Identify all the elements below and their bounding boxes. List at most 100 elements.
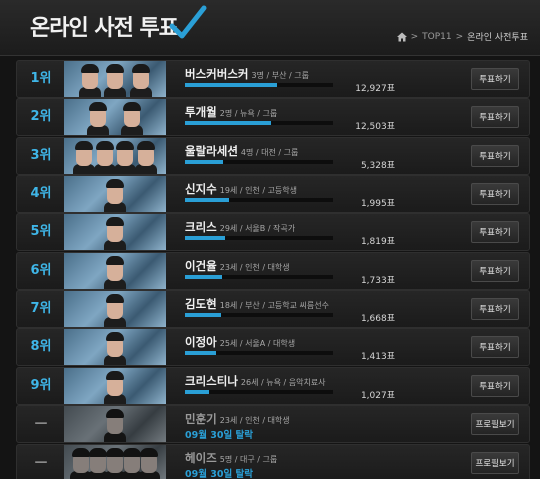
elimination-date: 09월 30일 탈락 xyxy=(185,430,254,441)
contestant-photo xyxy=(64,214,166,250)
page-title: 온라인 사전 투표 xyxy=(30,16,179,41)
contestant-meta: 18세 / 부산 / 고등학교 씨름선수 xyxy=(219,301,329,310)
contestant-info: 투개월 2명 / 뉴욕 / 그룹 xyxy=(185,104,277,120)
vote-bar-fill xyxy=(185,236,225,240)
vote-bar xyxy=(185,198,333,202)
contestant-meta: 2명 / 뉴욕 / 그룹 xyxy=(219,109,278,118)
vote-bar xyxy=(185,160,333,164)
contestant-photo xyxy=(64,99,166,135)
profile-button[interactable]: 프로필보기 xyxy=(471,452,519,474)
page-header: 온라인 사전 투표 > TOP11 > 온라인 사전투표 xyxy=(0,0,540,56)
rank-label: 2위 xyxy=(30,109,52,124)
contestant-name[interactable]: 투개월 xyxy=(185,105,217,119)
contestant-photo xyxy=(64,291,166,327)
contestant-info: 김도현 18세 / 부산 / 고등학교 씨름선수 xyxy=(185,296,329,312)
contestant-name[interactable]: 버스커버스커 xyxy=(185,67,248,81)
breadcrumb-separator-1: > xyxy=(410,31,419,42)
contestant-info: 울랄라세션 4명 / 대전 / 그룹 xyxy=(185,143,298,159)
vote-count: 1,733표 xyxy=(360,276,395,286)
vote-bar-fill xyxy=(185,313,221,317)
vote-bar xyxy=(185,275,333,279)
contestant-name[interactable]: 크리스티나 xyxy=(185,374,238,388)
vote-count: 1,819표 xyxy=(360,237,395,247)
contestant-meta: 23세 / 인천 / 대학생 xyxy=(219,263,290,272)
contestant-name[interactable]: 신지수 xyxy=(185,182,217,196)
rank-label: 7위 xyxy=(30,301,52,316)
vote-count: 12,927표 xyxy=(355,84,395,94)
vote-bar-fill xyxy=(185,351,217,355)
vote-bar xyxy=(185,236,333,240)
breadcrumb: > TOP11 > 온라인 사전투표 xyxy=(396,30,528,43)
contestant-info: 민훈기 23세 / 인천 / 대학생 xyxy=(185,411,290,427)
contestant-row: 7위 김도현 18세 / 부산 / 고등학교 씨름선수 1,668표 투표하기 xyxy=(16,290,530,328)
vote-button[interactable]: 투표하기 xyxy=(471,68,519,90)
contestant-row: 4위 신지수 19세 / 인천 / 고등학생 1,995표 투표하기 xyxy=(16,175,530,213)
rank-label: 6위 xyxy=(30,263,52,278)
vote-bar-fill xyxy=(185,121,271,125)
contestant-name[interactable]: 울랄라세션 xyxy=(185,144,238,158)
vote-count: 1,413표 xyxy=(360,352,395,362)
contestant-name[interactable]: 이건율 xyxy=(185,259,217,273)
vote-button[interactable]: 투표하기 xyxy=(471,221,519,243)
contestant-row: 3위 울랄라세션 4명 / 대전 / 그룹 5,328표 투표하기 xyxy=(16,137,530,175)
contestant-name[interactable]: 헤이즈 xyxy=(185,451,217,465)
vote-button[interactable]: 투표하기 xyxy=(471,260,519,282)
contestant-row: 1위 버스커버스커 3명 / 부산 / 그룹 12,927표 투표하기 xyxy=(16,60,530,98)
home-icon[interactable] xyxy=(396,32,407,42)
breadcrumb-current: 온라인 사전투표 xyxy=(467,33,528,43)
contestant-info: 신지수 19세 / 인천 / 고등학생 xyxy=(185,181,297,197)
profile-button[interactable]: 프로필보기 xyxy=(471,413,519,435)
contestant-row: 2위 투개월 2명 / 뉴욕 / 그룹 12,503표 투표하기 xyxy=(16,98,530,136)
checkmark-icon xyxy=(169,5,207,39)
contestant-meta: 3명 / 부산 / 그룹 xyxy=(251,71,309,80)
rank-label: 9위 xyxy=(30,378,52,393)
vote-button[interactable]: 투표하기 xyxy=(471,336,519,358)
vote-button[interactable]: 투표하기 xyxy=(471,298,519,320)
breadcrumb-top11[interactable]: TOP11 xyxy=(422,32,451,42)
contestant-row: — 헤이즈 5명 / 대구 / 그룹 09월 30일 탈락 프로필보기 xyxy=(16,444,530,479)
contestant-row: 6위 이건율 23세 / 인천 / 대학생 1,733표 투표하기 xyxy=(16,252,530,290)
vote-bar xyxy=(185,121,333,125)
vote-button[interactable]: 투표하기 xyxy=(471,145,519,167)
vote-button[interactable]: 투표하기 xyxy=(471,183,519,205)
contestant-info: 버스커버스커 3명 / 부산 / 그룹 xyxy=(185,66,309,82)
contestant-row: — 민훈기 23세 / 인천 / 대학생 09월 30일 탈락 프로필보기 xyxy=(16,405,530,443)
vote-bar xyxy=(185,313,333,317)
contestant-name[interactable]: 크리스 xyxy=(185,220,217,234)
contestant-photo xyxy=(64,406,166,442)
rank-label: — xyxy=(34,416,48,431)
contestant-photo xyxy=(64,445,166,479)
contestant-info: 크리스티나 26세 / 뉴욕 / 음악치료사 xyxy=(185,373,326,389)
contestant-info: 이정아 25세 / 서울A / 대학생 xyxy=(185,334,295,350)
vote-bar-fill xyxy=(185,83,277,87)
vote-button[interactable]: 투표하기 xyxy=(471,106,519,128)
contestant-info: 이건율 23세 / 인천 / 대학생 xyxy=(185,258,290,274)
vote-button[interactable]: 투표하기 xyxy=(471,375,519,397)
rank-label: 1위 xyxy=(30,71,52,86)
vote-count: 5,328표 xyxy=(360,161,395,171)
contestant-name[interactable]: 김도현 xyxy=(185,297,217,311)
rank-label: 5위 xyxy=(30,224,52,239)
vote-count: 1,027표 xyxy=(360,391,395,401)
rank-label: 3위 xyxy=(30,148,52,163)
contestant-photo xyxy=(64,329,166,365)
contestant-meta: 19세 / 인천 / 고등학생 xyxy=(219,186,298,195)
vote-bar-fill xyxy=(185,160,224,164)
vote-count: 12,503표 xyxy=(355,122,395,132)
contestant-photo xyxy=(64,253,166,289)
contestant-meta: 5명 / 대구 / 그룹 xyxy=(219,455,278,464)
elimination-date: 09월 30일 탈락 xyxy=(185,469,254,479)
contestant-row: 9위 크리스티나 26세 / 뉴욕 / 음악치료사 1,027표 투표하기 xyxy=(16,367,530,405)
contestant-row: 5위 크리스 29세 / 서울B / 작곡가 1,819표 투표하기 xyxy=(16,213,530,251)
contestant-name[interactable]: 이정아 xyxy=(185,335,217,349)
vote-bar-fill xyxy=(185,275,222,279)
vote-count: 1,995표 xyxy=(360,199,395,209)
contestant-info: 헤이즈 5명 / 대구 / 그룹 xyxy=(185,450,277,466)
contestant-name[interactable]: 민훈기 xyxy=(185,412,217,426)
vote-bar-fill xyxy=(185,198,230,202)
vote-bar xyxy=(185,83,333,87)
contestant-row: 8위 이정아 25세 / 서울A / 대학생 1,413표 투표하기 xyxy=(16,328,530,366)
contestant-info: 크리스 29세 / 서울B / 작곡가 xyxy=(185,219,295,235)
breadcrumb-separator-2: > xyxy=(455,31,464,42)
contestant-meta: 26세 / 뉴욕 / 음악치료사 xyxy=(240,378,326,387)
